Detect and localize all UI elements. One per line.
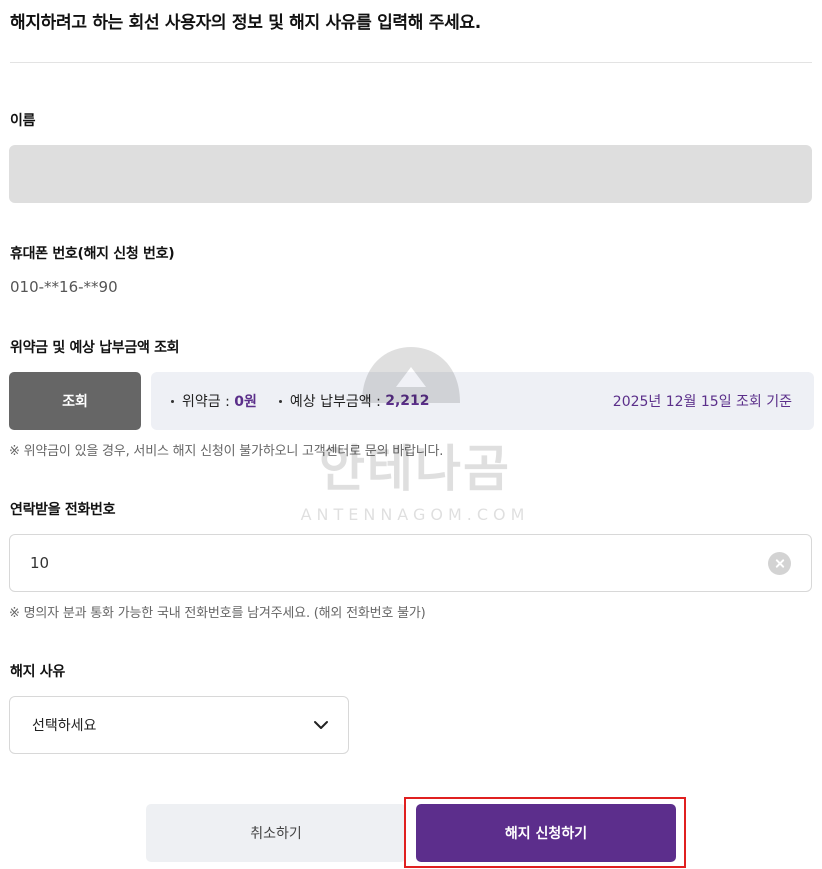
- expected-label: 예상 납부금액 :: [289, 394, 386, 410]
- watermark-english: ANTENNAGOM.COM: [300, 505, 530, 524]
- divider: [10, 62, 812, 63]
- penalty-item: 위약금 : 0원: [171, 391, 257, 411]
- contact-label: 연락받을 전화번호: [10, 502, 116, 518]
- clear-icon[interactable]: [768, 552, 791, 575]
- phone-value: 010-**16-**90: [10, 278, 118, 296]
- expected-payment-item: 예상 납부금액 : 2,212: [278, 391, 430, 411]
- penalty-note: ※ 위약금이 있을 경우, 서비스 해지 신청이 불가하오니 고객센터로 문의 …: [9, 444, 444, 459]
- reason-select[interactable]: 선택하세요: [9, 696, 349, 754]
- contact-note: ※ 명의자 분과 통화 가능한 국내 전화번호를 남겨주세요. (해외 전화번호…: [9, 606, 426, 621]
- penalty-value: 0원: [234, 394, 257, 410]
- lookup-button[interactable]: 조회: [9, 372, 141, 430]
- name-label: 이름: [10, 113, 36, 129]
- contact-phone-input[interactable]: 10: [9, 534, 812, 592]
- reason-label: 해지 사유: [10, 664, 65, 680]
- bullet-dot: [278, 399, 282, 403]
- lookup-result-box: 위약금 : 0원 예상 납부금액 : 2,212 2025년 12월 15일 조…: [151, 372, 814, 430]
- chevron-down-icon: [314, 721, 328, 729]
- cancellation-form-page: 해지하려고 하는 회선 사용자의 정보 및 해지 사유를 입력해 주세요. 이름…: [0, 0, 822, 869]
- contact-phone-value: 10: [30, 554, 50, 572]
- bullet-dot: [171, 399, 174, 403]
- phone-label: 휴대폰 번호(해지 신청 번호): [10, 246, 175, 262]
- cancel-button[interactable]: 취소하기: [146, 804, 406, 862]
- lookup-label: 위약금 및 예상 납부금액 조회: [10, 340, 180, 356]
- page-heading: 해지하려고 하는 회선 사용자의 정보 및 해지 사유를 입력해 주세요.: [10, 13, 481, 33]
- expected-value: 2,212: [385, 393, 430, 409]
- highlight-frame: [404, 797, 686, 868]
- lookup-date: 2025년 12월 15일 조회 기준: [612, 394, 792, 410]
- reason-selected-value: 선택하세요: [32, 718, 97, 734]
- penalty-label: 위약금 :: [182, 394, 235, 410]
- name-field[interactable]: [9, 145, 812, 203]
